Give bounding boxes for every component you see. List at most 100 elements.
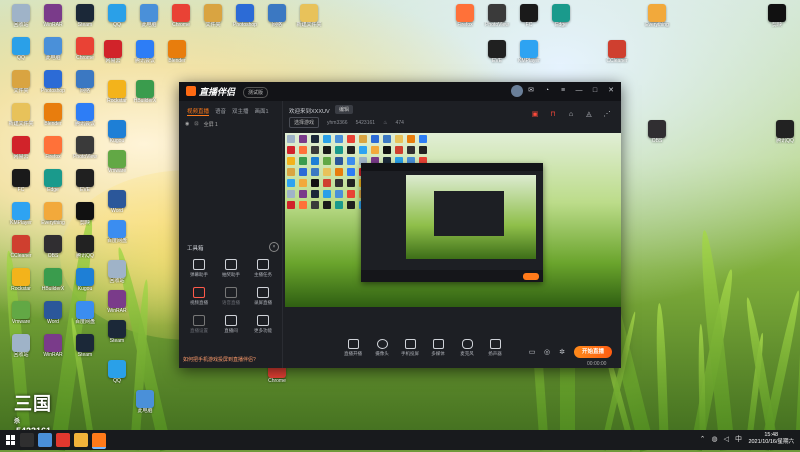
- desktop-icon[interactable]: 腾讯QQ: [68, 235, 102, 259]
- desktop-icon[interactable]: 腾讯QQ: [768, 120, 800, 144]
- tray-volume-icon[interactable]: ◁: [724, 436, 729, 444]
- toolbox-item[interactable]: 直播间: [215, 315, 247, 334]
- red-packet-icon[interactable]: ⊓: [549, 111, 557, 119]
- close-icon[interactable]: ✕: [607, 87, 615, 95]
- live-app-icon[interactable]: [92, 433, 106, 449]
- desktop-icon[interactable]: PhotoView: [68, 136, 102, 160]
- help-link[interactable]: 如何把手机游戏投屏到直播伴侣?: [183, 356, 256, 363]
- toolbox-item[interactable]: 视频直播: [183, 287, 215, 306]
- version-badge[interactable]: 测试版: [243, 87, 269, 98]
- live-streaming-app-window[interactable]: 直播伴侣 测试版 ✉ ◔ ≡ — □ ✕ 视频直播 语音 双主播 画面1 ◉ ⊡…: [179, 82, 621, 368]
- desktop-icon[interactable]: 文件夹: [4, 70, 38, 94]
- settings-gear-icon[interactable]: ✲: [558, 349, 566, 357]
- desktop-icon[interactable]: 剪映: [760, 4, 794, 28]
- menu-icon[interactable]: ≡: [559, 87, 567, 95]
- start-button[interactable]: [6, 435, 16, 445]
- share-icon[interactable]: ⋰: [603, 111, 611, 119]
- desktop-icon[interactable]: Edge: [544, 4, 578, 28]
- desktop-icon[interactable]: 此电脑: [132, 4, 166, 28]
- desktop-icon[interactable]: Photoshop: [36, 70, 70, 94]
- desktop-icon[interactable]: Kugou: [100, 120, 134, 144]
- toolbox-item[interactable]: 弹幕助手: [183, 259, 215, 278]
- tab-voice[interactable]: 语音: [215, 107, 226, 116]
- toolbox-item[interactable]: 语音直播: [215, 287, 247, 306]
- game-category-tag[interactable]: 选择游戏: [289, 117, 320, 128]
- desktop-icon[interactable]: Word: [36, 301, 70, 325]
- record-icon[interactable]: ▭: [528, 349, 536, 357]
- desktop-icon[interactable]: Vmware: [4, 301, 38, 325]
- desktop-icon[interactable]: 网易云: [4, 136, 38, 160]
- eye-icon[interactable]: ◉: [185, 121, 189, 128]
- browser-app-icon[interactable]: [38, 433, 52, 447]
- stream-preview[interactable]: [285, 133, 621, 307]
- desktop-icon[interactable]: 回收站: [100, 260, 134, 284]
- live-start-control[interactable]: 直播开播: [339, 339, 367, 357]
- desktop-icon[interactable]: 文件夹: [196, 4, 230, 28]
- start-live-button[interactable]: 开始直播: [574, 346, 612, 358]
- desktop-icon[interactable]: OBS: [36, 235, 70, 259]
- desktop-icon[interactable]: 此电脑: [128, 390, 162, 414]
- desktop-icon[interactable]: KMPlayer: [512, 40, 546, 64]
- desktop-icon[interactable]: QQ: [100, 4, 134, 28]
- desktop-icon[interactable]: Blender: [36, 103, 70, 127]
- toolbox-item[interactable]: 录屏直播: [247, 287, 279, 306]
- camera-control[interactable]: 摄像头: [368, 339, 396, 357]
- tab-dual-host[interactable]: 双主播: [232, 107, 249, 116]
- desktop-icon[interactable]: PhotoView: [480, 4, 514, 28]
- desktop-icon[interactable]: FC: [512, 4, 546, 28]
- chrome-app-icon[interactable]: [74, 433, 88, 447]
- desktop-icon[interactable]: QQ: [100, 360, 134, 384]
- desktop-icon[interactable]: Blender: [160, 40, 194, 64]
- speaker-control[interactable]: 扬声器: [481, 339, 509, 357]
- desktop-icon[interactable]: Rockstar: [4, 268, 38, 292]
- edit-title-button[interactable]: 编辑: [335, 105, 354, 114]
- desktop-icon[interactable]: HBuilderX: [36, 268, 70, 292]
- desktop-icon[interactable]: EVE: [480, 40, 514, 64]
- desktop-icon[interactable]: 回收站: [4, 334, 38, 358]
- desktop-icon[interactable]: FC: [4, 169, 38, 193]
- tray-network-icon[interactable]: ◍: [712, 436, 718, 444]
- microphone-control[interactable]: 麦克风: [453, 339, 481, 357]
- desktop-icon[interactable]: Word: [100, 190, 134, 214]
- desktop-icon[interactable]: QQ: [4, 37, 38, 61]
- gift-icon[interactable]: ▣: [531, 111, 539, 119]
- desktop-icon[interactable]: 腾讯会议: [68, 103, 102, 127]
- desktop-icon[interactable]: 百度网盘: [68, 301, 102, 325]
- start-apps-icon[interactable]: [20, 433, 34, 447]
- tray-chevron-icon[interactable]: ⌃: [700, 436, 706, 444]
- desktop-icon[interactable]: HBuilderX: [128, 80, 162, 104]
- desktop-icon[interactable]: KMPlayer: [4, 202, 38, 226]
- desktop-icon[interactable]: Everything: [640, 4, 674, 28]
- desktop-icon[interactable]: Edge: [36, 169, 70, 193]
- toolbox-item[interactable]: 直播设置: [183, 315, 215, 334]
- desktop-icon[interactable]: CCleaner: [600, 40, 634, 64]
- toolbox-close-icon[interactable]: ×: [269, 242, 279, 252]
- desktop-icon[interactable]: Firefox: [36, 136, 70, 160]
- media-control[interactable]: 多媒体: [424, 339, 452, 357]
- desktop-icon[interactable]: Vmware: [100, 150, 134, 174]
- desktop-icon[interactable]: CCleaner: [4, 235, 38, 259]
- scene-row[interactable]: ◉ ⊡ 全屏 1: [185, 121, 218, 128]
- tab-video-live[interactable]: 视频直播: [187, 107, 210, 116]
- message-icon[interactable]: ✉: [527, 87, 535, 95]
- desktop-icon[interactable]: 新建文件夹: [292, 4, 326, 28]
- red-app-icon[interactable]: [56, 433, 70, 447]
- desktop-icon[interactable]: 腾讯会议: [128, 40, 162, 64]
- desktop-icon[interactable]: 网络: [260, 4, 294, 28]
- minimize-icon[interactable]: —: [575, 87, 583, 95]
- desktop-icon[interactable]: Steam: [68, 4, 102, 28]
- desktop-icon[interactable]: Firefox: [448, 4, 482, 28]
- tab-scene[interactable]: 画面1: [255, 107, 269, 116]
- desktop-icon[interactable]: 新建文件夹: [4, 103, 38, 127]
- desktop-icon[interactable]: 网络: [68, 70, 102, 94]
- desktop-icon[interactable]: Chrome: [164, 4, 198, 28]
- desktop-icon[interactable]: OBS: [640, 120, 674, 144]
- toolbox-item[interactable]: 更多功能: [247, 315, 279, 334]
- desktop-icon[interactable]: 网易云: [96, 40, 130, 64]
- taskbar-clock[interactable]: 15:48 2021/10/16/星期六: [748, 432, 794, 446]
- tray-ime-icon[interactable]: 中: [735, 436, 742, 444]
- phone-cast-control[interactable]: 手机投屏: [396, 339, 424, 357]
- toolbox-item[interactable]: 主播任务: [247, 259, 279, 278]
- user-avatar[interactable]: [511, 85, 523, 97]
- desktop-icon[interactable]: WinRAR: [36, 334, 70, 358]
